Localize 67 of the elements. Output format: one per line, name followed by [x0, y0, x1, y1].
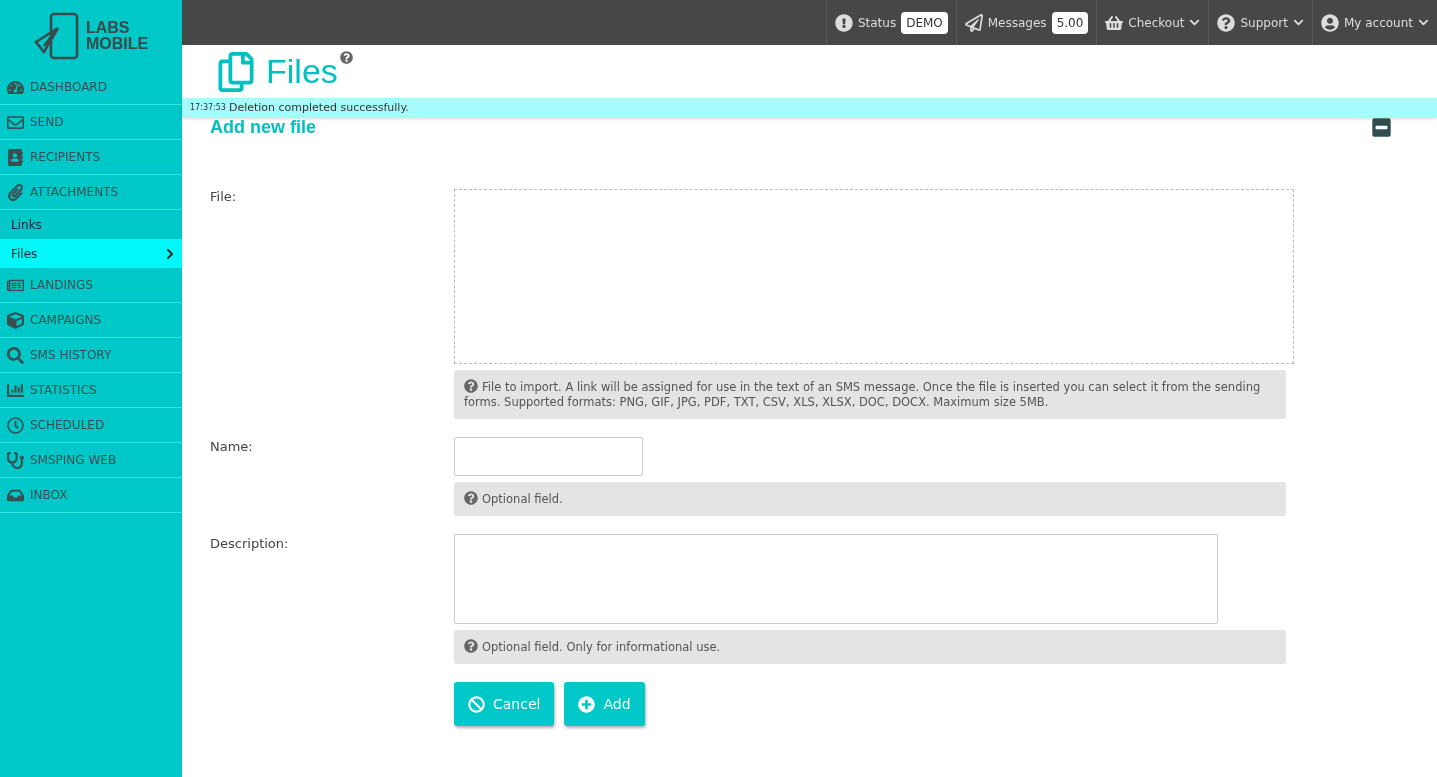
help-icon: [339, 51, 353, 64]
paper-plane-icon: [964, 13, 983, 32]
sidebar-item[interactable]: Files: [0, 239, 182, 268]
form-title: Add new file: [210, 116, 316, 138]
cube-icon: [7, 311, 24, 329]
topbar-menu-item[interactable]: Checkout: [1096, 0, 1209, 45]
help-icon: [464, 379, 478, 393]
stethoscope-icon: [7, 451, 24, 469]
logo-text: MOBILE: [85, 36, 149, 52]
help-icon: [1217, 13, 1236, 32]
search-icon: [7, 346, 24, 364]
help-text: Optional field. Only for informational use.: [454, 630, 1286, 664]
logo-phone-plane-icon: [33, 12, 80, 60]
sidebar-item[interactable]: STATISTICS: [0, 373, 182, 408]
help-text: Optional field.: [454, 482, 1286, 516]
ban-icon: [468, 695, 485, 713]
field-label: Description:: [210, 535, 290, 553]
chevron-down-icon: [1418, 17, 1429, 28]
sidebar-item[interactable]: INBOX: [0, 478, 182, 513]
plus-icon: [578, 695, 596, 713]
topbar-label: My account: [1343, 15, 1413, 30]
exclamation-icon: [834, 13, 853, 32]
topbar-badge: DEMO: [901, 11, 948, 34]
sidebar-item[interactable]: CAMPAIGNS: [0, 303, 182, 338]
topbar-menu-item[interactable]: Messages 5.00: [955, 0, 1097, 45]
clock-icon: [7, 416, 24, 434]
chevron-right-icon: [164, 247, 176, 260]
logo-text: LABS: [85, 20, 131, 36]
user-icon: [1320, 13, 1339, 32]
topbar-menu-item[interactable]: Status DEMO: [825, 0, 956, 45]
topbar-label: Checkout: [1128, 15, 1185, 30]
chevron-down-icon: [1292, 17, 1304, 28]
topbar-label: Support: [1240, 15, 1288, 30]
sidebar-item[interactable]: SEND: [0, 105, 182, 140]
topbar-menu-item[interactable]: Support: [1208, 0, 1312, 45]
help-text: File to import. A link will be assigned for use in the text of an SMS message. Once the file is inserted you can select it from the sending forms. Supported formats: PNG, GIF, JPG, PDF, TXT, CSV, XLS, XLSX, DOC, DOCX. Maximum size 5MB.: [454, 370, 1286, 419]
topbar-menu-item[interactable]: My account: [1311, 0, 1437, 45]
sidebar-item[interactable]: LANDINGS: [0, 268, 182, 303]
field-label: Name:: [210, 438, 254, 456]
description-input-field[interactable]: [454, 534, 1218, 624]
collapse-icon[interactable]: [1371, 116, 1392, 138]
notification-time: 17:37:53: [190, 103, 226, 112]
sidebar-item[interactable]: Links: [0, 210, 182, 239]
sidebar-item[interactable]: SCHEDULED: [0, 408, 182, 443]
envelope-icon: [7, 113, 24, 131]
topbar-badge: 5.00: [1051, 11, 1089, 34]
field-label: File:: [210, 189, 238, 206]
dashboard-icon: [7, 78, 24, 96]
chevron-down-icon: [1189, 17, 1201, 28]
paperclip-icon: [7, 183, 24, 201]
help-icon: [464, 639, 478, 653]
file-drop-zone[interactable]: [454, 189, 1294, 364]
sidebar-item[interactable]: SMSPING WEB: [0, 443, 182, 478]
notification-message: Deletion completed successfully.: [228, 101, 409, 114]
contact-book-icon: [7, 148, 24, 166]
sidebar-item[interactable]: SMS HISTORY: [0, 338, 182, 373]
name-input-field[interactable]: [454, 437, 643, 476]
bar-chart-icon: [7, 381, 24, 399]
page-title: Files: [266, 52, 338, 91]
help-icon: [464, 491, 478, 505]
topbar-label: Messages: [987, 15, 1047, 30]
sidebar-item[interactable]: DASHBOARD: [0, 70, 182, 105]
topbar-label: Status: [857, 15, 897, 30]
basket-icon: [1105, 13, 1124, 32]
files-icon: [216, 51, 256, 92]
sidebar-item[interactable]: RECIPIENTS: [0, 140, 182, 175]
sidebar-item[interactable]: ATTACHMENTS: [0, 175, 182, 210]
